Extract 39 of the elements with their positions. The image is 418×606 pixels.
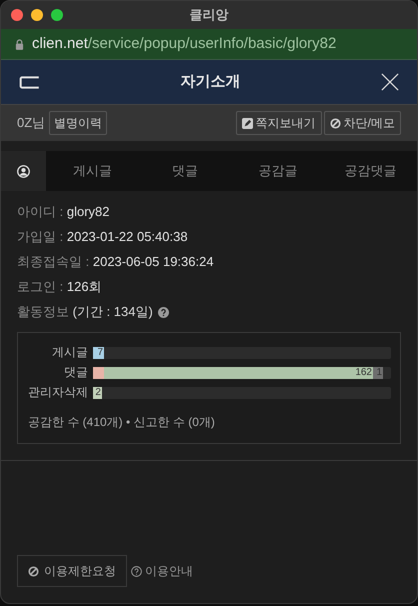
info-row-text: 최종접속일 : 2023-06-05 19:36:24 bbox=[17, 254, 215, 270]
stat-bar-segment: 7 bbox=[93, 346, 104, 358]
logo-icon bbox=[19, 76, 40, 88]
help-icon[interactable] bbox=[158, 306, 169, 318]
stat-bar-segment: 1 bbox=[373, 366, 383, 378]
address-url: clien.net/service/popup/userInfo/basic/glory82 bbox=[32, 34, 336, 54]
usage-restriction-button[interactable]: 이용제한요청 bbox=[17, 555, 127, 587]
tab[interactable]: 게시글 bbox=[46, 151, 139, 191]
header-title: 자기소개 bbox=[180, 72, 240, 92]
block-memo-button[interactable]: 차단/메모 bbox=[324, 111, 401, 135]
stat-label: 게시글 bbox=[51, 346, 88, 359]
prohibited-icon bbox=[28, 566, 39, 576]
summary-text: 공감한 수 (410개) • 신고한 수 (0개) bbox=[27, 414, 216, 431]
zoom-window-icon[interactable] bbox=[51, 9, 63, 21]
minimize-window-icon[interactable] bbox=[31, 9, 43, 21]
prohibited-icon bbox=[330, 118, 341, 128]
usage-guide-link[interactable]: 이용안내 bbox=[131, 562, 193, 580]
tab[interactable]: 공감글 bbox=[232, 151, 324, 191]
activity-label: 활동정보 (기간 : 134일) bbox=[17, 304, 153, 320]
pencil-icon bbox=[242, 118, 253, 128]
stat-label: 관리자삭제 bbox=[27, 386, 88, 399]
profile-tab[interactable] bbox=[1, 151, 46, 191]
send-message-button[interactable]: 쪽지보내기 bbox=[236, 111, 322, 135]
lock-icon bbox=[15, 38, 24, 50]
user-nickname: 0Z님 bbox=[17, 114, 46, 132]
info-row-text: 아이디 : glory82 bbox=[17, 204, 110, 220]
tab[interactable]: 공감댓글 bbox=[324, 151, 417, 191]
window-title: 클리앙 bbox=[190, 6, 228, 24]
info-row-text: 로그인 : 126회 bbox=[17, 279, 103, 295]
nickname-history-button[interactable]: 별명이력 bbox=[49, 111, 108, 135]
stat-bar-segment: 162 bbox=[104, 366, 373, 378]
user-icon bbox=[17, 164, 30, 178]
question-icon bbox=[131, 566, 142, 576]
close-window-icon[interactable] bbox=[11, 9, 23, 21]
close-icon[interactable] bbox=[381, 73, 399, 91]
stat-label: 댓글 bbox=[63, 366, 88, 379]
stat-bar-segment: 2 bbox=[93, 386, 102, 398]
info-row-text: 가입일 : 2023-01-22 05:40:38 bbox=[17, 229, 189, 245]
tab[interactable]: 댓글 bbox=[138, 151, 232, 191]
